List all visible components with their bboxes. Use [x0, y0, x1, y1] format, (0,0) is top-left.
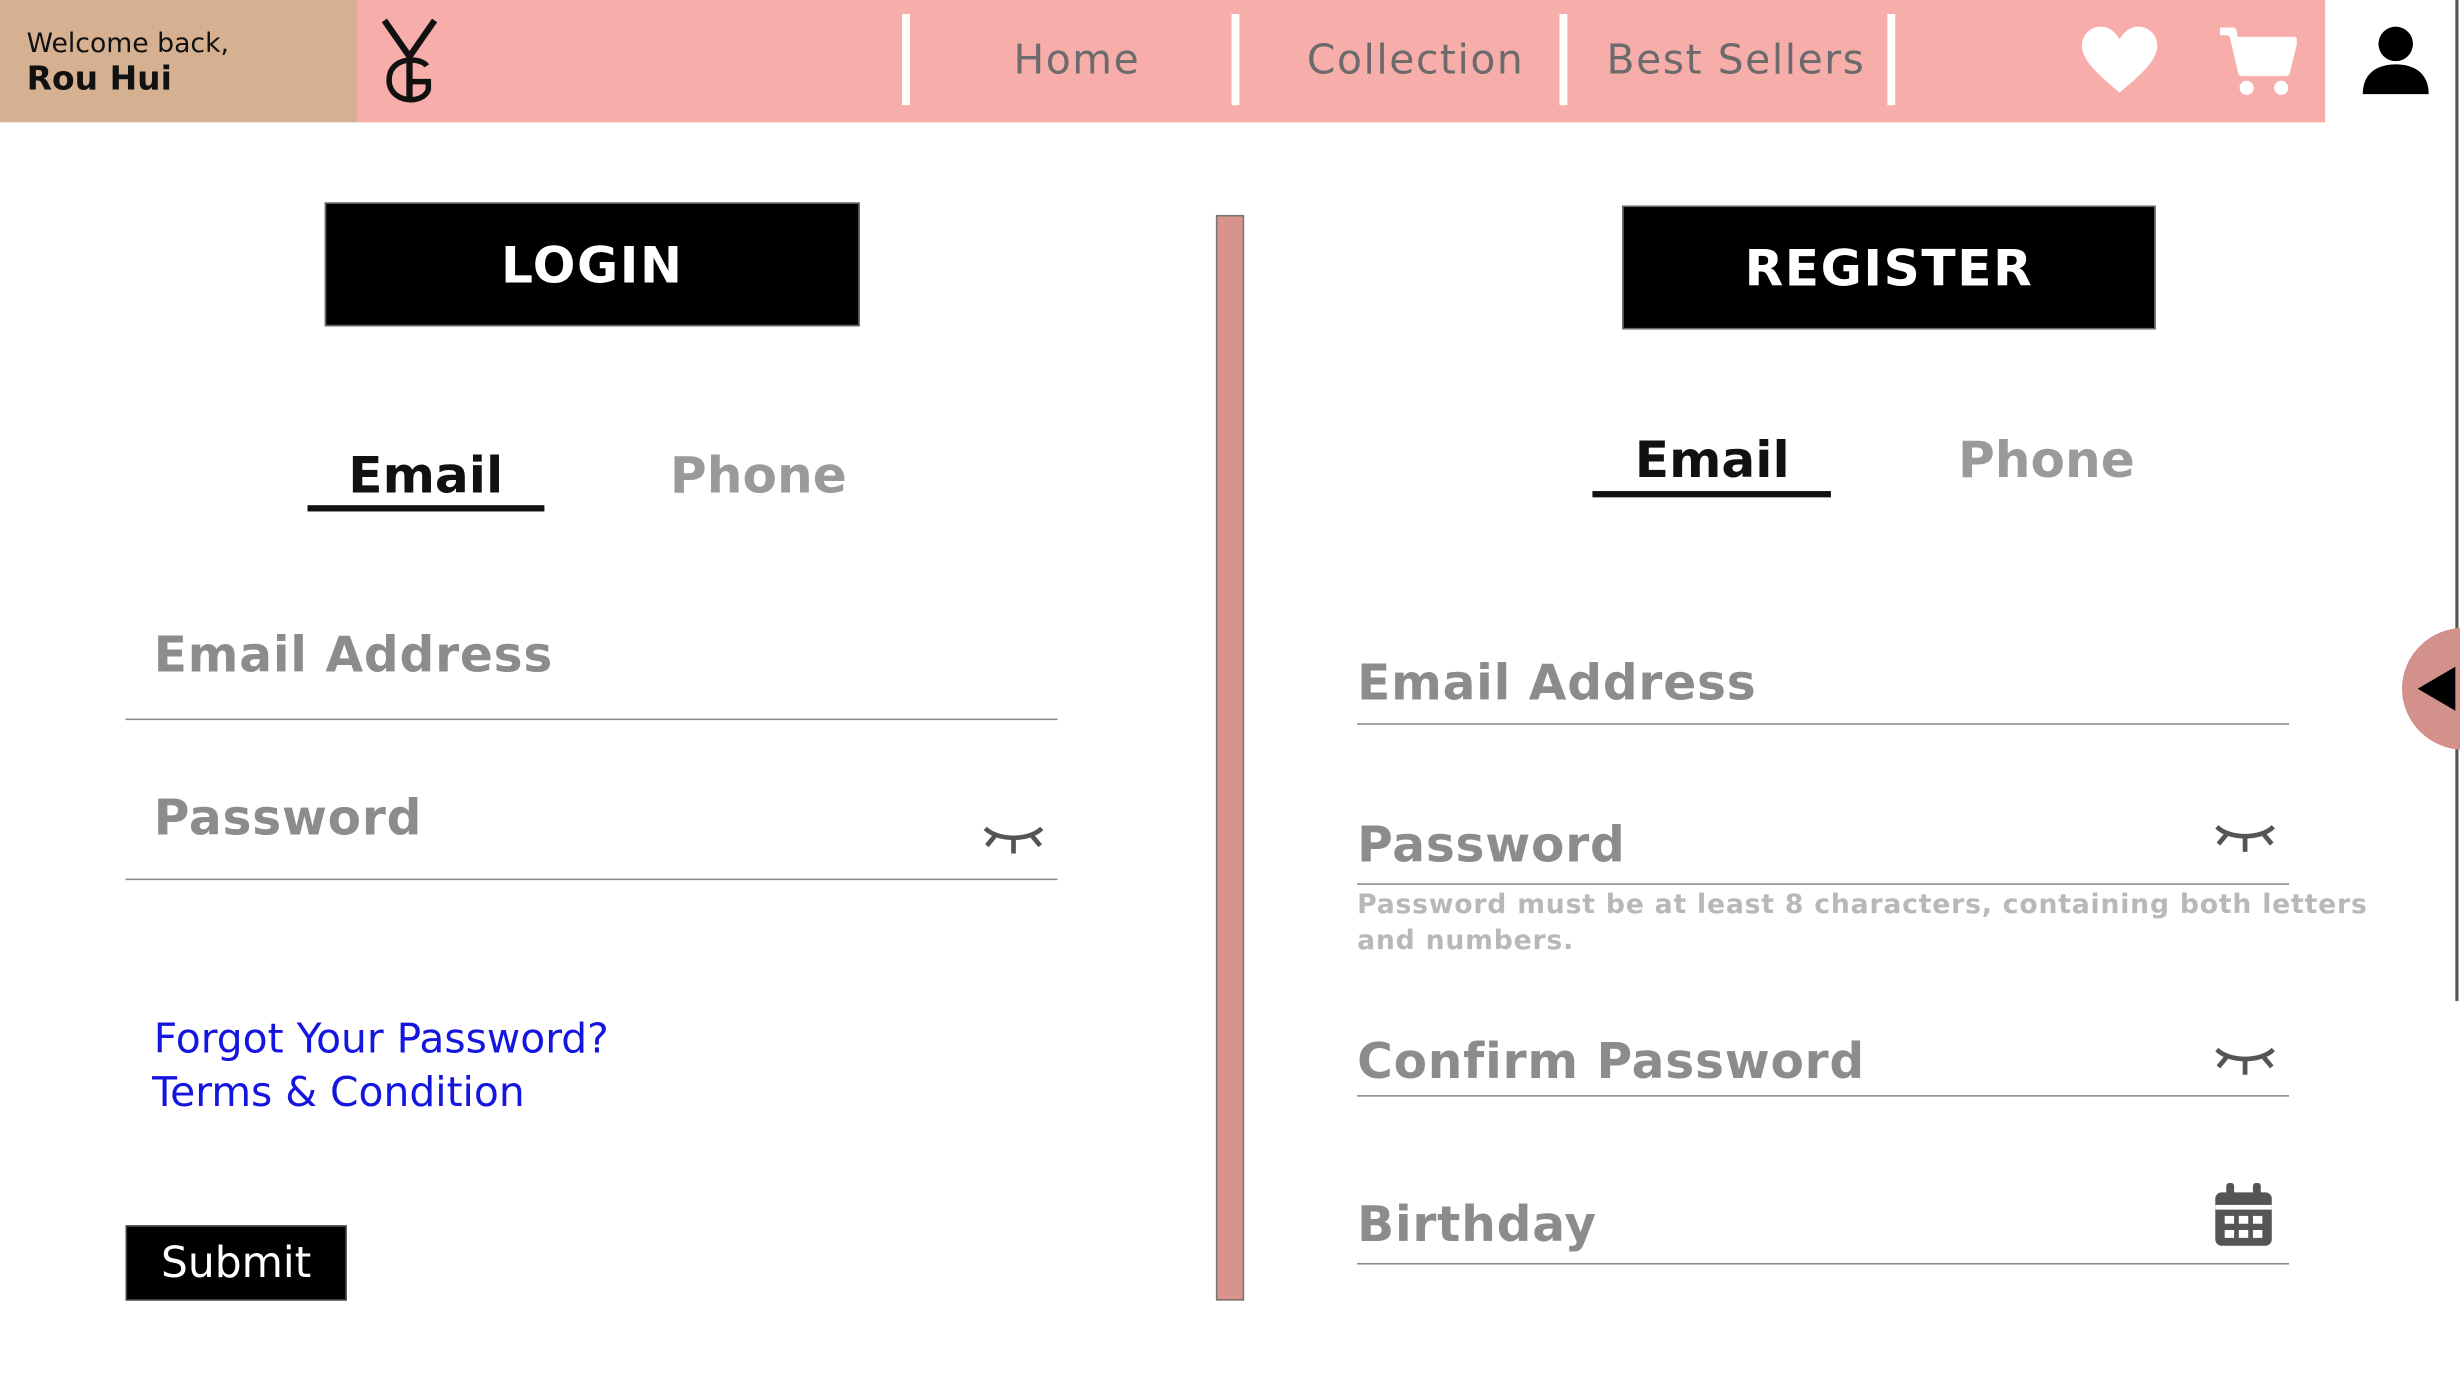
register-tab-email[interactable]: Email	[1635, 430, 1790, 490]
logo-icon[interactable]	[380, 16, 443, 107]
login-password-input[interactable]: Password	[154, 791, 422, 847]
cart-icon[interactable]	[2218, 25, 2297, 97]
scrollbar[interactable]	[2455, 0, 2459, 1001]
password-hint-line1: Password must be at least 8 characters, …	[1357, 889, 2368, 921]
user-name: Rou Hui	[26, 59, 172, 98]
login-email-input[interactable]: Email Address	[154, 628, 553, 684]
login-email-underline	[125, 718, 1058, 721]
panel-divider	[1215, 214, 1245, 1301]
register-confirm-password-input[interactable]: Confirm Password	[1357, 1034, 1865, 1090]
eye-closed-icon[interactable]	[2214, 1043, 2277, 1078]
register-password-underline	[1357, 883, 2290, 885]
login-tab-phone[interactable]: Phone	[670, 446, 847, 506]
nav-separator	[902, 14, 910, 106]
nav-best-sellers[interactable]: Best Sellers	[1607, 38, 1866, 85]
register-tab-phone[interactable]: Phone	[1958, 430, 2135, 490]
register-birthday-input[interactable]: Birthday	[1357, 1197, 1597, 1253]
nav-separator	[1231, 14, 1240, 106]
welcome-box: Welcome back, Rou Hui	[0, 0, 358, 123]
nav-separator	[1887, 14, 1896, 106]
forgot-password-link[interactable]: Forgot Your Password?	[154, 1017, 609, 1064]
welcome-text: Welcome back,	[26, 28, 230, 60]
heart-icon[interactable]	[2080, 26, 2158, 96]
register-confirm-underline	[1357, 1095, 2290, 1097]
nav-home[interactable]: Home	[1014, 38, 1141, 85]
login-tab-email[interactable]: Email	[348, 446, 503, 506]
submit-button[interactable]: Submit	[125, 1225, 347, 1301]
eye-closed-icon[interactable]	[982, 822, 1045, 857]
eye-closed-icon[interactable]	[2214, 821, 2277, 856]
triangle-left-icon	[2417, 666, 2456, 711]
register-email-underline	[1357, 723, 2290, 725]
login-password-underline	[125, 878, 1058, 881]
nav-separator	[1559, 14, 1568, 106]
terms-link[interactable]: Terms & Condition	[152, 1070, 525, 1117]
side-collapse-handle[interactable]	[2401, 627, 2460, 750]
register-email-input[interactable]: Email Address	[1357, 656, 1756, 712]
nav-collection[interactable]: Collection	[1307, 38, 1524, 85]
register-birthday-underline	[1357, 1262, 2290, 1265]
calendar-icon[interactable]	[2212, 1182, 2275, 1249]
register-tab-underline	[1592, 491, 1831, 498]
user-icon[interactable]	[2360, 25, 2432, 97]
login-heading: LOGIN	[324, 202, 860, 327]
register-password-input[interactable]: Password	[1357, 817, 1625, 873]
login-tab-underline	[307, 505, 545, 512]
register-heading: REGISTER	[1622, 205, 2156, 330]
password-hint-line2: and numbers.	[1357, 925, 1574, 958]
